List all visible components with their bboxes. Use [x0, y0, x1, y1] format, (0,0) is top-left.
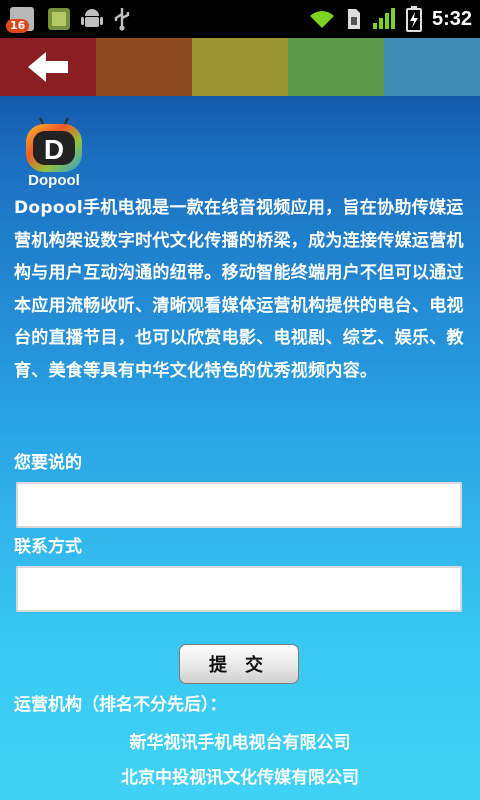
feedback-input[interactable]: [16, 482, 462, 528]
toolbar-segment: [384, 38, 480, 96]
submit-button[interactable]: 提交: [179, 644, 299, 684]
status-right: 5:32: [308, 5, 472, 33]
about-content: D Dopool Dopool手机电视是一款在线音视频应用，旨在协助传媒运营机构…: [0, 96, 480, 800]
app-screen: 16 5:32 D Dopool Dopool手机电视是一款在线音视频应用，旨在…: [0, 0, 480, 800]
feedback-label: 您要说的: [14, 453, 82, 473]
logo-wordmark: Dopool: [28, 172, 80, 189]
status-bar: 16 5:32: [0, 0, 480, 38]
status-left: 16: [6, 5, 132, 33]
usb-icon: [114, 8, 130, 31]
back-button[interactable]: [0, 38, 96, 96]
wifi-icon: [309, 11, 334, 28]
toolbar-segment: [96, 38, 192, 96]
notification-badge-icon: 16: [6, 5, 38, 33]
contact-label: 联系方式: [14, 537, 82, 557]
operator-item: 新华视讯手机电视台有限公司: [129, 733, 351, 753]
svg-text:D: D: [44, 134, 64, 165]
contact-input[interactable]: [16, 566, 462, 612]
battery-charging-icon: [405, 6, 422, 32]
signal-icon: [372, 8, 395, 29]
notification-count: 16: [6, 19, 30, 33]
operators-title: 运营机构（排名不分先后）：: [14, 695, 227, 715]
operator-item: 北京中投视讯文化传媒有限公司: [121, 768, 359, 788]
toolbar-segment: [192, 38, 288, 96]
sim-icon: [347, 9, 360, 29]
app-description: Dopool手机电视是一款在线音视频应用，旨在协助传媒运营机构架设数字时代文化传…: [14, 198, 464, 381]
app-icon: [48, 8, 70, 30]
back-arrow-icon: [28, 52, 68, 82]
android-icon: [81, 9, 103, 27]
status-time: 5:32: [431, 7, 472, 30]
toolbar-segment: [288, 38, 384, 96]
